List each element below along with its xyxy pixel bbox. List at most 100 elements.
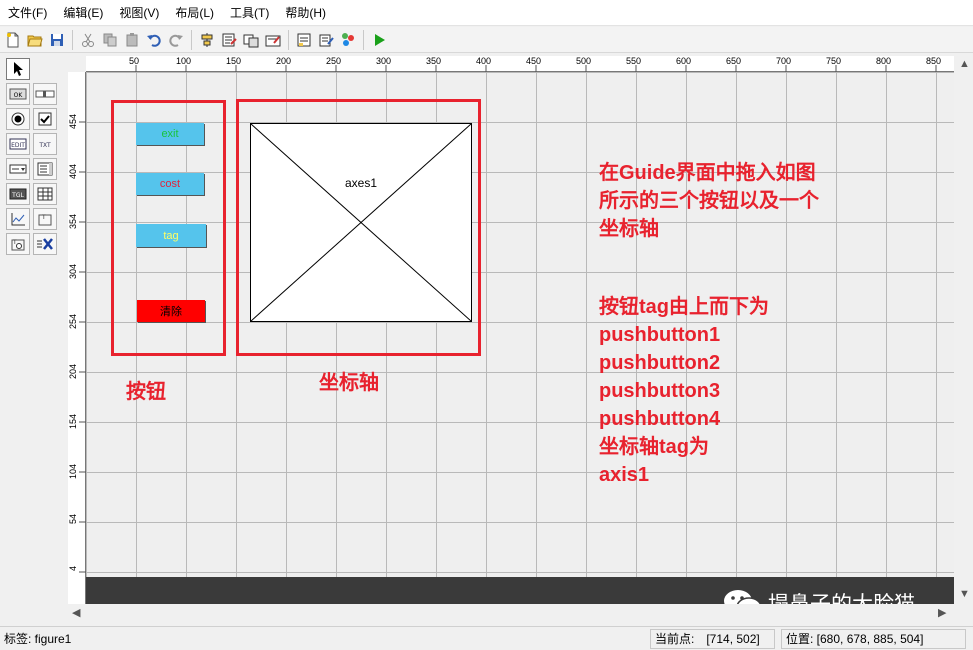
listbox-tool[interactable] xyxy=(33,158,57,180)
guide-window: 文件(F) 编辑(E) 视图(V) 布局(L) 工具(T) 帮助(H) OK E… xyxy=(0,0,973,650)
svg-text:OK: OK xyxy=(14,92,24,99)
menu-tools[interactable]: 工具(T) xyxy=(222,0,277,26)
copy-button[interactable] xyxy=(99,29,121,51)
top-ruler-label: 400 xyxy=(476,56,492,66)
paste-button[interactable] xyxy=(121,29,143,51)
panel-tool[interactable]: T xyxy=(33,208,57,230)
menu-view[interactable]: 视图(V) xyxy=(111,0,167,26)
button-group-icon: T xyxy=(11,239,25,251)
menu-edit[interactable]: 编辑(E) xyxy=(55,0,111,26)
component-palette: OK EDIT TXT TGL T T xyxy=(6,58,64,258)
tag-note-line: 坐标轴tag为 xyxy=(599,436,709,458)
scroll-up-icon[interactable]: ▲ xyxy=(959,58,970,70)
left-ruler-label: 404 xyxy=(68,164,78,180)
run-figure-button[interactable] xyxy=(368,29,390,51)
menu-file[interactable]: 文件(F) xyxy=(0,0,55,26)
select-tool[interactable] xyxy=(6,58,30,80)
save-icon xyxy=(51,33,63,46)
scroll-down-icon[interactable]: ▼ xyxy=(959,588,970,600)
toolbar-editor-button[interactable] xyxy=(262,29,284,51)
axes-tool[interactable] xyxy=(6,208,30,230)
tag-note-line: 按钮tag由上而下为 xyxy=(599,296,769,318)
toggle-button-tool[interactable]: TGL xyxy=(6,183,30,205)
buttons-highlight-box xyxy=(111,100,226,356)
redo-icon xyxy=(169,34,183,47)
top-ruler-label: 200 xyxy=(276,56,292,66)
cut-button[interactable] xyxy=(77,29,99,51)
panel-icon: T xyxy=(38,214,52,226)
top-ruler-label: 250 xyxy=(326,56,342,66)
scroll-right-icon[interactable]: ▶ xyxy=(938,606,946,619)
top-ruler-label: 450 xyxy=(526,56,542,66)
left-ruler-label: 154 xyxy=(68,414,78,430)
axes-plot-icon xyxy=(11,213,25,226)
top-ruler-label: 650 xyxy=(726,56,742,66)
vertical-scrollbar[interactable]: ▲ ▼ xyxy=(954,56,973,604)
editor-icon xyxy=(297,33,311,46)
toolbar-separator xyxy=(72,29,73,50)
new-file-button[interactable] xyxy=(2,29,24,51)
left-ruler-label: 4 xyxy=(68,566,78,572)
checkbox-tool[interactable] xyxy=(33,108,57,130)
layout-canvas[interactable]: exit cost tag 清除 axes1 按钮 坐标轴 在Guide界面中拖… xyxy=(86,72,954,604)
radiobutton-tool[interactable] xyxy=(6,108,30,130)
checkbox-icon xyxy=(38,112,52,126)
listbox-icon xyxy=(37,162,53,176)
left-ruler-label: 454 xyxy=(68,114,78,130)
run-play-icon xyxy=(375,33,385,46)
toolbar-separator xyxy=(191,29,192,50)
top-ruler-label: 550 xyxy=(626,56,642,66)
pushbutton-tool[interactable]: OK xyxy=(6,83,30,105)
popup-menu-tool[interactable] xyxy=(6,158,30,180)
align-objects-button[interactable] xyxy=(196,29,218,51)
buttons-annotation: 按钮 xyxy=(126,381,166,403)
tab-order-editor-button[interactable] xyxy=(240,29,262,51)
instruction-line: 坐标轴 xyxy=(599,218,659,240)
object-browser-button[interactable] xyxy=(337,29,359,51)
object-browser-icon xyxy=(342,32,354,46)
instruction-line: 所示的三个按钮以及一个 xyxy=(599,190,819,212)
top-ruler-label: 150 xyxy=(226,56,242,66)
menu-editor-button[interactable] xyxy=(218,29,240,51)
property-inspector-button[interactable] xyxy=(315,29,337,51)
left-ruler-label: 304 xyxy=(68,264,78,280)
button-group-tool[interactable]: T xyxy=(6,233,30,255)
ok-button-icon: OK xyxy=(9,88,27,100)
table-tool[interactable] xyxy=(33,183,57,205)
open-folder-button[interactable] xyxy=(24,29,46,51)
top-ruler-label: 50 xyxy=(129,56,140,66)
edit-text-tool[interactable]: EDIT xyxy=(6,133,30,155)
svg-text:T: T xyxy=(41,214,46,221)
top-ruler-label: 600 xyxy=(676,56,692,66)
tag-note-line: pushbutton1 xyxy=(599,324,721,346)
save-button[interactable] xyxy=(46,29,68,51)
folder-open-icon xyxy=(27,35,43,46)
menu-bar: 文件(F) 编辑(E) 视图(V) 布局(L) 工具(T) 帮助(H) xyxy=(0,0,973,26)
slider-icon xyxy=(35,90,55,98)
redo-button[interactable] xyxy=(165,29,187,51)
menu-editor-icon xyxy=(222,33,237,46)
current-point-value: [714, 502] xyxy=(706,631,760,646)
undo-button[interactable] xyxy=(143,29,165,51)
cursor-arrow-icon xyxy=(14,62,23,76)
vertical-ruler: 454 404 354 304 254 204 154 104 54 4 xyxy=(68,72,86,604)
horizontal-scrollbar[interactable]: ◀ ▶ xyxy=(68,604,954,622)
static-text-tool[interactable]: TXT xyxy=(33,133,57,155)
top-ruler-label: 100 xyxy=(176,56,192,66)
property-inspector-icon xyxy=(319,34,334,46)
popup-menu-icon xyxy=(9,164,27,174)
scroll-left-icon[interactable]: ◀ xyxy=(72,606,80,619)
slider-tool[interactable] xyxy=(33,83,57,105)
status-current-point: 当前点: [714, 502] xyxy=(650,628,775,649)
left-ruler-label: 104 xyxy=(68,464,78,480)
align-icon xyxy=(201,32,213,47)
top-ruler-label: 750 xyxy=(826,56,842,66)
copy-icon xyxy=(103,33,117,46)
left-ruler-label: 254 xyxy=(68,314,78,330)
menu-layout[interactable]: 布局(L) xyxy=(167,0,222,26)
axes-annotation: 坐标轴 xyxy=(319,372,379,394)
activex-tool[interactable] xyxy=(33,233,57,255)
static-text-icon: TXT xyxy=(38,142,51,149)
editor-button[interactable] xyxy=(293,29,315,51)
menu-help[interactable]: 帮助(H) xyxy=(277,0,334,26)
